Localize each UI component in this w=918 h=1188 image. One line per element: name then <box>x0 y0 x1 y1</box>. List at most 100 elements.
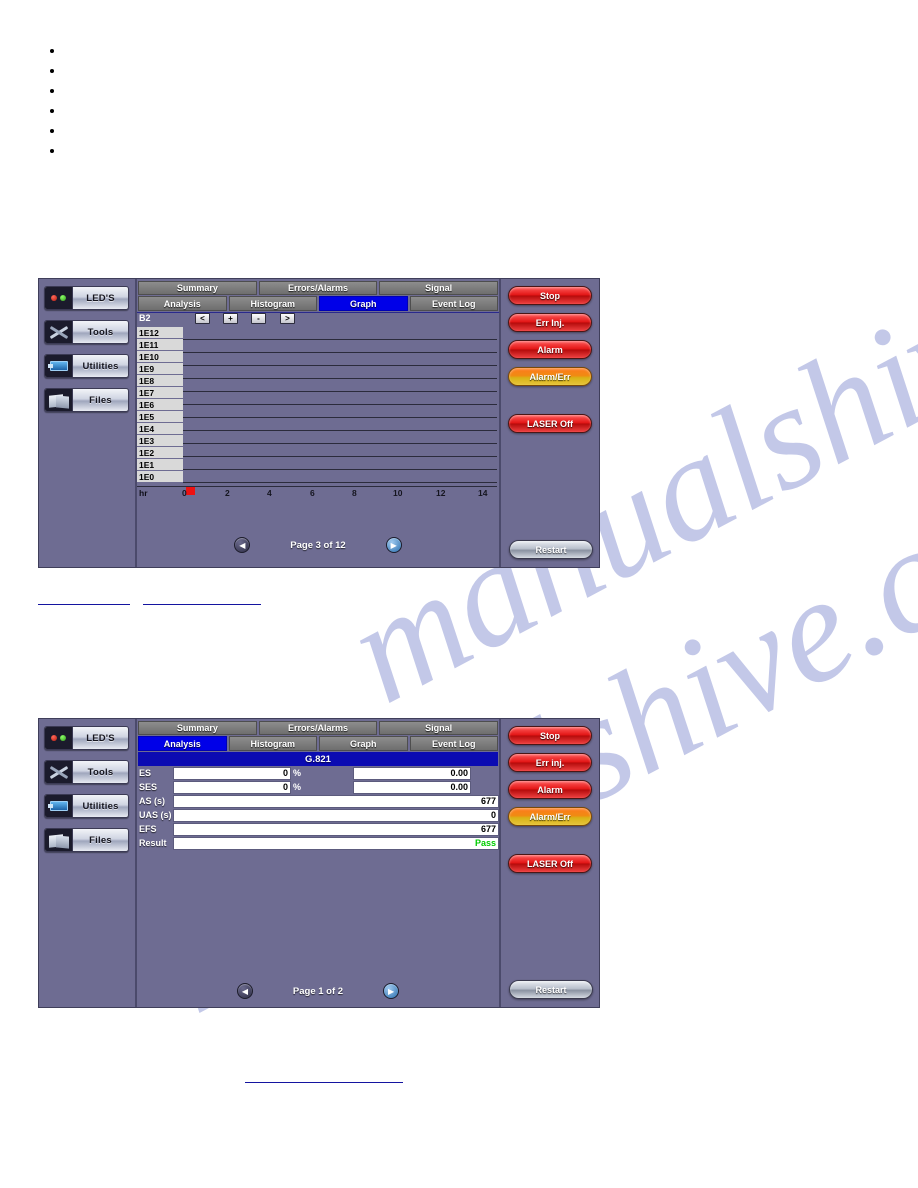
row-label: ES <box>139 768 152 778</box>
tab-histogram[interactable]: Histogram <box>228 296 317 311</box>
err-inj-button[interactable]: Err Inj. <box>508 313 592 332</box>
alarm-err-button[interactable]: Alarm/Err <box>508 367 592 386</box>
stop-button[interactable]: Stop <box>508 286 592 305</box>
tab-analysis[interactable]: Analysis <box>138 736 227 751</box>
as-value-field[interactable]: 677 <box>173 795 499 808</box>
y-tick: 1E9 <box>137 363 183 375</box>
files-icon <box>45 389 73 411</box>
tab-summary[interactable]: Summary <box>138 721 257 735</box>
tab-bar-primary: Summary Errors/Alarms Signal <box>137 279 499 295</box>
sidebar-item-utilities[interactable]: Utilities <box>44 354 129 378</box>
main-panel: Summary Errors/Alarms Signal Analysis Hi… <box>137 279 499 567</box>
laser-off-button[interactable]: LASER Off <box>508 854 592 873</box>
tab-bar-secondary: Analysis Histogram Graph Event Log <box>137 295 499 311</box>
tab-signal[interactable]: Signal <box>379 721 499 735</box>
previous-page-button[interactable]: ◀ <box>236 983 253 999</box>
previous-page-button[interactable]: ◀ <box>234 537 251 553</box>
sidebar-item-leds[interactable]: LED'S <box>44 726 129 750</box>
tab-errors-alarms[interactable]: Errors/Alarms <box>258 281 378 295</box>
x-tick: 10 <box>393 488 403 498</box>
alarm-err-button[interactable]: Alarm/Err <box>508 807 592 826</box>
led-icon <box>45 727 73 749</box>
sidebar-item-files[interactable]: Files <box>44 388 129 412</box>
analysis-standard-header: G.821 <box>138 752 498 766</box>
sidebar-item-label: LED'S <box>86 292 115 304</box>
next-page-button[interactable]: ▶ <box>383 983 400 999</box>
es-percent-field[interactable]: 0 <box>173 767 291 780</box>
sidebar-item-label: Utilities <box>82 800 119 812</box>
scroll-left-button[interactable]: < <box>195 313 210 324</box>
sidebar-item-tools[interactable]: Tools <box>44 320 129 344</box>
tab-graph[interactable]: Graph <box>319 736 408 751</box>
ses-percent-field[interactable]: 0 <box>173 781 291 794</box>
sidebar-item-label: Tools <box>87 326 114 338</box>
ses-value-field[interactable]: 0.00 <box>353 781 471 794</box>
chart-grid <box>183 327 497 495</box>
x-axis-unit: hr <box>139 488 148 498</box>
table-row: EFS 677 <box>137 823 499 836</box>
alarm-button[interactable]: Alarm <box>508 340 592 359</box>
zoom-in-button[interactable]: + <box>223 313 238 324</box>
scroll-right-button[interactable]: > <box>280 313 295 324</box>
sidebar-item-leds[interactable]: LED'S <box>44 286 129 310</box>
sidebar-item-label: Tools <box>87 766 114 778</box>
restart-button[interactable]: Restart <box>509 980 593 999</box>
tab-histogram[interactable]: Histogram <box>228 736 317 751</box>
y-tick: 1E2 <box>137 447 183 459</box>
tab-event-log[interactable]: Event Log <box>409 296 498 311</box>
tab-errors-alarms[interactable]: Errors/Alarms <box>258 721 378 735</box>
hyperlink-3[interactable] <box>245 1082 403 1083</box>
y-tick: 1E3 <box>137 435 183 447</box>
alarm-button[interactable]: Alarm <box>508 780 592 799</box>
page-indicator: Page 3 of 12 <box>290 539 346 551</box>
table-row: SES 0 % 0.00 <box>137 781 499 794</box>
sidebar-item-files[interactable]: Files <box>44 828 129 852</box>
zoom-out-button[interactable]: - <box>251 313 266 324</box>
graph-title: B2 <box>139 313 151 323</box>
err-inj-button[interactable]: Err inj. <box>508 753 592 772</box>
pagination: ◀ Page 3 of 12 ▶ <box>137 537 499 553</box>
action-button-bar: Stop Err Inj. Alarm Alarm/Err LASER Off … <box>499 279 599 567</box>
unit-label: % <box>293 768 302 778</box>
sidebar-item-tools[interactable]: Tools <box>44 760 129 784</box>
sidebar-item-label: Files <box>89 834 112 846</box>
chart-plot-area: 1E12 1E11 1E10 1E9 1E8 1E7 1E6 1E5 1E4 1… <box>137 327 497 499</box>
instrument-screen-analysis: LED'S Tools Utilities Files Summary Erro… <box>38 718 600 1008</box>
efs-value-field[interactable]: 677 <box>173 823 499 836</box>
uas-value-field[interactable]: 0 <box>173 809 499 822</box>
hyperlink-2[interactable] <box>143 604 261 605</box>
tab-bar-primary: Summary Errors/Alarms Signal <box>137 719 499 735</box>
next-page-button[interactable]: ▶ <box>385 537 402 553</box>
utilities-icon <box>45 355 73 377</box>
y-tick: 1E8 <box>137 375 183 387</box>
row-label: SES <box>139 782 158 792</box>
x-tick: 4 <box>267 488 272 498</box>
tab-graph[interactable]: Graph <box>319 296 408 311</box>
x-tick: 2 <box>225 488 230 498</box>
tools-icon <box>45 761 73 783</box>
hyperlink-1[interactable] <box>38 604 130 605</box>
result-value-field: Pass <box>173 837 499 850</box>
sidebar-item-label: Utilities <box>82 360 119 372</box>
laser-off-button[interactable]: LASER Off <box>508 414 592 433</box>
x-tick: 8 <box>352 488 357 498</box>
tab-bar-secondary: Analysis Histogram Graph Event Log <box>137 735 499 751</box>
tab-analysis[interactable]: Analysis <box>138 296 227 311</box>
tab-summary[interactable]: Summary <box>138 281 257 295</box>
tab-event-log[interactable]: Event Log <box>409 736 498 751</box>
action-button-bar: Stop Err inj. Alarm Alarm/Err LASER Off … <box>499 719 599 1007</box>
tab-signal[interactable]: Signal <box>379 281 499 295</box>
es-value-field[interactable]: 0.00 <box>353 767 471 780</box>
row-label: Result <box>139 838 167 848</box>
y-tick: 1E12 <box>137 327 183 339</box>
x-tick: 0 <box>182 488 187 498</box>
sidebar-item-utilities[interactable]: Utilities <box>44 794 129 818</box>
files-icon <box>45 829 73 851</box>
stop-button[interactable]: Stop <box>508 726 592 745</box>
y-tick: 1E1 <box>137 459 183 471</box>
page-indicator: Page 1 of 2 <box>292 985 344 997</box>
table-row: ES 0 % 0.00 <box>137 767 499 780</box>
utilities-icon <box>45 795 73 817</box>
y-tick: 1E7 <box>137 387 183 399</box>
restart-button[interactable]: Restart <box>509 540 593 559</box>
